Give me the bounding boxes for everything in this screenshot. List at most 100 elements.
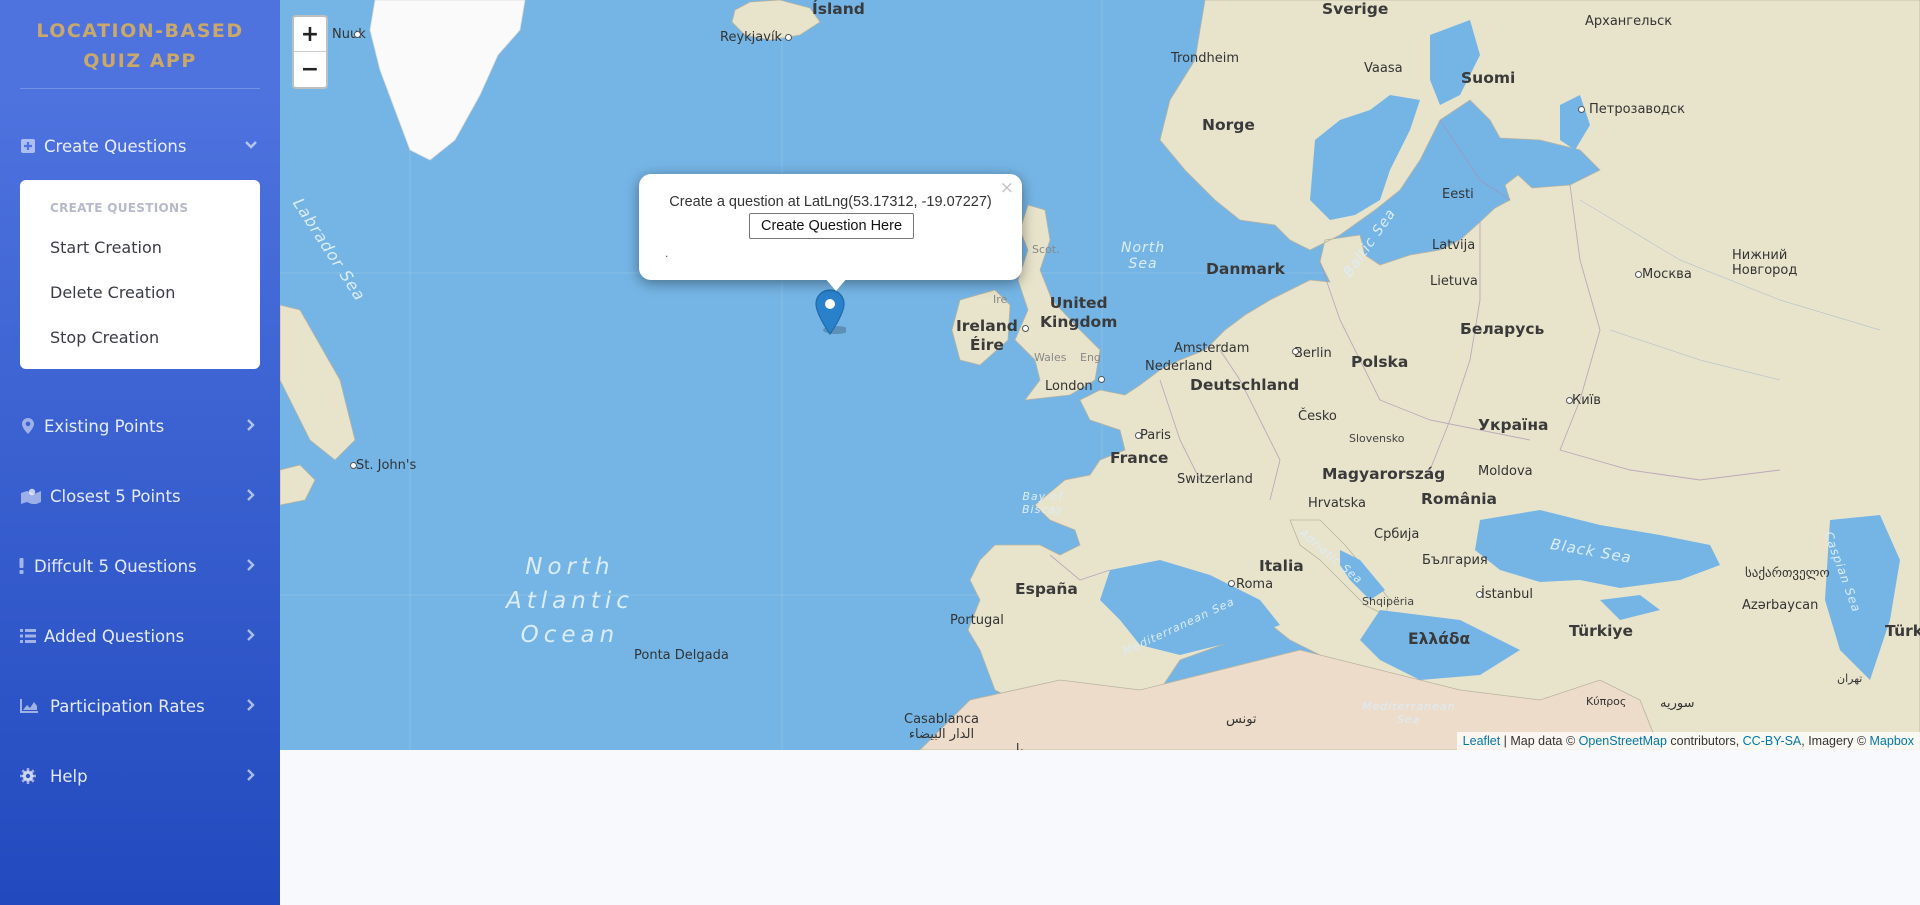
zoom-control: + −: [292, 15, 328, 89]
list-icon: [18, 629, 38, 643]
exclamation-icon: [18, 558, 24, 574]
submenu-start-creation[interactable]: Start Creation: [50, 238, 162, 257]
label-nizhny-2: Новгород: [1732, 263, 1798, 278]
label-deutschland: Deutschland: [1190, 376, 1300, 394]
map-marker-icon: [18, 418, 38, 434]
leaflet-link[interactable]: Leaflet: [1463, 734, 1501, 748]
area-chart-icon: [18, 699, 40, 713]
label-istanbul: İstanbul: [1481, 587, 1534, 602]
nav-create-questions[interactable]: Create Questions: [0, 123, 280, 169]
zoom-in-button[interactable]: +: [294, 17, 326, 52]
label-roma: Roma: [1236, 577, 1274, 592]
openstreetmap-link[interactable]: OpenStreetMap: [1579, 734, 1667, 748]
label-mediterranean-sea-2: Mediterranean Sea: [1362, 700, 1456, 726]
label-casablanca-2: الدار البيضاء: [908, 727, 975, 742]
create-question-popup: × Create a question at LatLng(53.17312, …: [639, 174, 1022, 280]
nav-help[interactable]: Help: [0, 753, 280, 799]
submenu-header: CREATE QUESTIONS: [50, 201, 189, 215]
cc-by-sa-link[interactable]: CC-BY-SA: [1743, 734, 1802, 748]
mapbox-link[interactable]: Mapbox: [1870, 734, 1914, 748]
city-dot: [1022, 325, 1029, 332]
label-moldova: Moldova: [1478, 464, 1533, 479]
chevron-right-icon: [244, 487, 258, 506]
submenu-stop-creation[interactable]: Stop Creation: [50, 328, 159, 347]
label-casablanca-1: Casablanca: [904, 712, 979, 727]
map-container[interactable]: Ísland Reykjavík Nuuk Labrador Sea St. J…: [280, 0, 1920, 750]
label-kibris: Κύπρος: [1586, 695, 1627, 708]
label-bulgaria: България: [1422, 553, 1488, 568]
city-dot: [785, 34, 792, 41]
label-ponta-delgada: Ponta Delgada: [634, 648, 729, 663]
chevron-right-icon: [244, 627, 258, 646]
nav-closest-5-points-label: Closest 5 Points: [50, 486, 181, 506]
chevron-right-icon: [244, 417, 258, 436]
plus-square-icon: [18, 139, 38, 153]
label-st-johns: St. John's: [356, 458, 417, 473]
label-scot: Scot.: [1032, 243, 1060, 256]
city-dot: [1228, 580, 1235, 587]
brand-title[interactable]: LOCATION-BASED QUIZ APP: [0, 16, 280, 76]
city-dot: [350, 462, 357, 469]
label-vaasa: Vaasa: [1364, 61, 1403, 76]
label-slovensko: Slovensko: [1349, 432, 1405, 445]
nav-participation-rates-label: Participation Rates: [50, 696, 205, 716]
label-norge: Norge: [1202, 116, 1255, 134]
label-france: France: [1110, 449, 1169, 467]
create-question-here-button[interactable]: Create Question Here: [749, 213, 914, 239]
chevron-down-icon: [244, 137, 258, 156]
label-kyiv: Київ: [1572, 393, 1601, 408]
label-north-atlantic-ocean: North Atlantic Ocean: [506, 550, 634, 652]
label-turk: Türk: [1885, 622, 1920, 640]
nav-existing-points-label: Existing Points: [44, 416, 165, 436]
label-georgia: საქართველო: [1745, 566, 1830, 581]
label-ireland: Ireland Éire: [956, 317, 1018, 355]
ocean-word-1: North: [525, 554, 615, 580]
label-north-sea-2: Sea: [1128, 256, 1158, 272]
nav-create-questions-label: Create Questions: [44, 136, 187, 156]
zoom-out-button[interactable]: −: [294, 52, 326, 86]
label-london: London: [1045, 379, 1093, 394]
label-north-sea-1: North: [1121, 240, 1166, 256]
nav-participation-rates[interactable]: Participation Rates: [0, 683, 280, 729]
label-eesti: Eesti: [1442, 187, 1474, 202]
city-dot: [1098, 376, 1105, 383]
label-united-kingdom: United Kingdom: [1040, 294, 1117, 332]
label-ireland-2: Éire: [969, 336, 1004, 354]
label-ellada: Ελλάδα: [1408, 630, 1471, 648]
label-bay-1: Bay of: [1022, 490, 1064, 503]
label-turkiye: Türkiye: [1569, 622, 1634, 640]
nav-existing-points[interactable]: Existing Points: [0, 403, 280, 449]
nav-added-questions-label: Added Questions: [44, 626, 185, 646]
label-italia: Italia: [1259, 557, 1304, 575]
label-shqiperia: Shqipëria: [1362, 595, 1415, 608]
label-portugal: Portugal: [950, 613, 1004, 628]
nav-help-label: Help: [50, 766, 88, 786]
label-uk-2: Kingdom: [1040, 313, 1118, 331]
label-tehran: تهران: [1837, 672, 1863, 685]
nav-difficult-5-questions-label: Diffcult 5 Questions: [34, 556, 197, 576]
label-belarus: Беларусь: [1460, 320, 1545, 338]
city-dot: [1635, 271, 1642, 278]
attribution-text-2: contributors,: [1666, 734, 1743, 748]
label-espana: España: [1015, 580, 1078, 598]
ocean-word-3: Ocean: [520, 622, 620, 648]
label-hrvatska: Hrvatska: [1308, 496, 1366, 511]
nav-closest-5-points[interactable]: Closest 5 Points: [0, 473, 280, 519]
nav-difficult-5-questions[interactable]: Diffcult 5 Questions: [0, 543, 280, 589]
label-bel: بل: [1010, 742, 1024, 750]
label-arkhangelsk: Архангельск: [1585, 14, 1673, 29]
nav-added-questions[interactable]: Added Questions: [0, 613, 280, 659]
popup-tip: [824, 277, 848, 291]
city-dot: [1292, 348, 1299, 355]
submenu-delete-creation[interactable]: Delete Creation: [50, 283, 175, 302]
label-nizhny: Нижний Новгород: [1732, 248, 1797, 278]
map-marker-icon[interactable]: [814, 288, 849, 341]
attribution-text-3: , Imagery ©: [1801, 734, 1870, 748]
label-med2-1: Mediterranean: [1362, 700, 1456, 713]
label-polska: Polska: [1351, 353, 1409, 371]
chevron-right-icon: [244, 557, 258, 576]
chevron-right-icon: [244, 697, 258, 716]
popup-footer: .: [665, 246, 669, 260]
city-dot: [1578, 106, 1585, 113]
label-srbija: Србија: [1374, 527, 1420, 542]
